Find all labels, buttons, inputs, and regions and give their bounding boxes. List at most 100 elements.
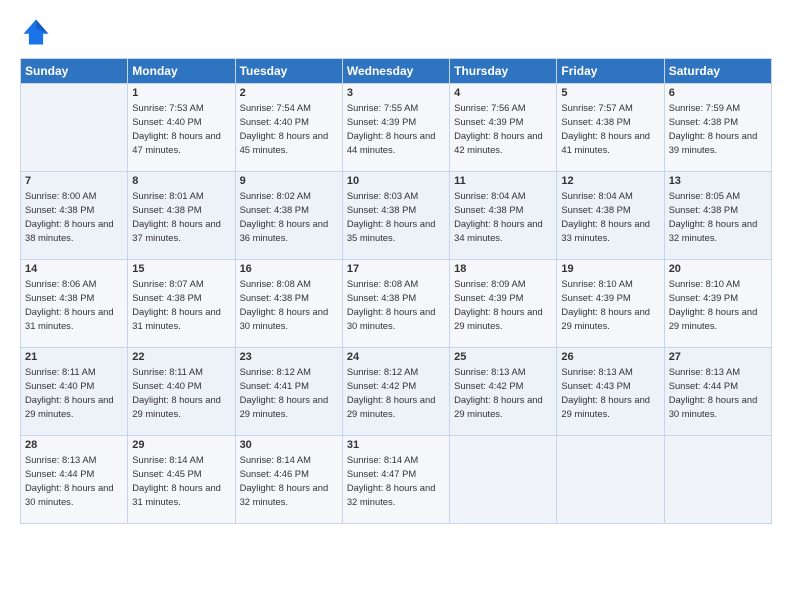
day-number: 29: [132, 439, 230, 451]
weekday-header-friday: Friday: [557, 59, 664, 84]
day-number: 7: [25, 175, 123, 187]
weekday-header-thursday: Thursday: [450, 59, 557, 84]
day-number: 31: [347, 439, 445, 451]
day-number: 12: [561, 175, 659, 187]
calendar: SundayMondayTuesdayWednesdayThursdayFrid…: [20, 58, 772, 524]
weekday-header-row: SundayMondayTuesdayWednesdayThursdayFrid…: [21, 59, 772, 84]
cell-text: Sunrise: 8:13 AMSunset: 4:44 PMDaylight:…: [669, 365, 767, 421]
day-number: 23: [240, 351, 338, 363]
cell-text: Sunrise: 8:04 AMSunset: 4:38 PMDaylight:…: [561, 189, 659, 245]
cell-text: Sunrise: 8:00 AMSunset: 4:38 PMDaylight:…: [25, 189, 123, 245]
cell-text: Sunrise: 8:14 AMSunset: 4:45 PMDaylight:…: [132, 453, 230, 509]
cell-text: Sunrise: 8:12 AMSunset: 4:41 PMDaylight:…: [240, 365, 338, 421]
day-number: 27: [669, 351, 767, 363]
day-number: 8: [132, 175, 230, 187]
calendar-cell: 19Sunrise: 8:10 AMSunset: 4:39 PMDayligh…: [557, 260, 664, 348]
weekday-header-monday: Monday: [128, 59, 235, 84]
day-number: 5: [561, 87, 659, 99]
calendar-cell: [21, 84, 128, 172]
cell-text: Sunrise: 8:01 AMSunset: 4:38 PMDaylight:…: [132, 189, 230, 245]
week-row-0: 1 Sunrise: 7:53 AMSunset: 4:40 PMDaylight…: [21, 84, 772, 172]
cell-text: Sunrise: 8:09 AMSunset: 4:39 PMDaylight:…: [454, 277, 552, 333]
day-number: 17: [347, 263, 445, 275]
day-number: 30: [240, 439, 338, 451]
day-number: 16: [240, 263, 338, 275]
calendar-cell: 24Sunrise: 8:12 AMSunset: 4:42 PMDayligh…: [342, 348, 449, 436]
day-number: 13: [669, 175, 767, 187]
cell-text: Sunrise: 7:59 AMSunset: 4:38 PMDaylight:…: [669, 101, 767, 157]
cell-text: Sunrise: 8:04 AMSunset: 4:38 PMDaylight:…: [454, 189, 552, 245]
header: [20, 16, 772, 48]
day-number: 20: [669, 263, 767, 275]
logo-icon: [20, 16, 52, 48]
cell-text: Sunrise: 8:05 AMSunset: 4:38 PMDaylight:…: [669, 189, 767, 245]
weekday-header-tuesday: Tuesday: [235, 59, 342, 84]
weekday-header-sunday: Sunday: [21, 59, 128, 84]
logo: [20, 16, 56, 48]
calendar-cell: 3 Sunrise: 7:55 AMSunset: 4:39 PMDaylight…: [342, 84, 449, 172]
calendar-cell: 12 Sunrise: 8:04 AMSunset: 4:38 PMDayligh…: [557, 172, 664, 260]
calendar-cell: 31 Sunrise: 8:14 AMSunset: 4:47 PMDayligh…: [342, 436, 449, 524]
week-row-4: 28 Sunrise: 8:13 AMSunset: 4:44 PMDayligh…: [21, 436, 772, 524]
calendar-cell: [450, 436, 557, 524]
calendar-cell: 29 Sunrise: 8:14 AMSunset: 4:45 PMDayligh…: [128, 436, 235, 524]
cell-text: Sunrise: 8:14 AMSunset: 4:47 PMDaylight:…: [347, 453, 445, 509]
calendar-cell: 7 Sunrise: 8:00 AMSunset: 4:38 PMDaylight…: [21, 172, 128, 260]
day-number: 10: [347, 175, 445, 187]
cell-text: Sunrise: 8:11 AMSunset: 4:40 PMDaylight:…: [132, 365, 230, 421]
cell-text: Sunrise: 8:06 AMSunset: 4:38 PMDaylight:…: [25, 277, 123, 333]
calendar-cell: 16 Sunrise: 8:08 AMSunset: 4:38 PMDayligh…: [235, 260, 342, 348]
calendar-cell: 21 Sunrise: 8:11 AMSunset: 4:40 PMDayligh…: [21, 348, 128, 436]
cell-text: Sunrise: 7:55 AMSunset: 4:39 PMDaylight:…: [347, 101, 445, 157]
cell-text: Sunrise: 7:53 AMSunset: 4:40 PMDaylight:…: [132, 101, 230, 157]
cell-text: Sunrise: 8:13 AMSunset: 4:43 PMDaylight:…: [561, 365, 659, 421]
calendar-cell: 18 Sunrise: 8:09 AMSunset: 4:39 PMDayligh…: [450, 260, 557, 348]
calendar-cell: 23 Sunrise: 8:12 AMSunset: 4:41 PMDayligh…: [235, 348, 342, 436]
calendar-cell: 25 Sunrise: 8:13 AMSunset: 4:42 PMDayligh…: [450, 348, 557, 436]
day-number: 9: [240, 175, 338, 187]
calendar-cell: 20 Sunrise: 8:10 AMSunset: 4:39 PMDayligh…: [664, 260, 771, 348]
day-number: 3: [347, 87, 445, 99]
cell-text: Sunrise: 8:08 AMSunset: 4:38 PMDaylight:…: [347, 277, 445, 333]
calendar-cell: 1 Sunrise: 7:53 AMSunset: 4:40 PMDaylight…: [128, 84, 235, 172]
calendar-cell: 8 Sunrise: 8:01 AMSunset: 4:38 PMDaylight…: [128, 172, 235, 260]
day-number: 11: [454, 175, 552, 187]
calendar-cell: 2 Sunrise: 7:54 AMSunset: 4:40 PMDaylight…: [235, 84, 342, 172]
calendar-cell: 4Sunrise: 7:56 AMSunset: 4:39 PMDaylight…: [450, 84, 557, 172]
calendar-cell: 30 Sunrise: 8:14 AMSunset: 4:46 PMDayligh…: [235, 436, 342, 524]
calendar-cell: 14Sunrise: 8:06 AMSunset: 4:38 PMDayligh…: [21, 260, 128, 348]
calendar-cell: 10 Sunrise: 8:03 AMSunset: 4:38 PMDayligh…: [342, 172, 449, 260]
day-number: 28: [25, 439, 123, 451]
calendar-cell: 9 Sunrise: 8:02 AMSunset: 4:38 PMDaylight…: [235, 172, 342, 260]
page: SundayMondayTuesdayWednesdayThursdayFrid…: [0, 0, 792, 612]
cell-text: Sunrise: 8:07 AMSunset: 4:38 PMDaylight:…: [132, 277, 230, 333]
day-number: 15: [132, 263, 230, 275]
calendar-cell: 28 Sunrise: 8:13 AMSunset: 4:44 PMDayligh…: [21, 436, 128, 524]
day-number: 24: [347, 351, 445, 363]
cell-text: Sunrise: 8:14 AMSunset: 4:46 PMDaylight:…: [240, 453, 338, 509]
cell-text: Sunrise: 8:13 AMSunset: 4:42 PMDaylight:…: [454, 365, 552, 421]
day-number: 18: [454, 263, 552, 275]
cell-text: Sunrise: 8:08 AMSunset: 4:38 PMDaylight:…: [240, 277, 338, 333]
calendar-cell: 15 Sunrise: 8:07 AMSunset: 4:38 PMDayligh…: [128, 260, 235, 348]
cell-text: Sunrise: 8:03 AMSunset: 4:38 PMDaylight:…: [347, 189, 445, 245]
cell-text: Sunrise: 8:10 AMSunset: 4:39 PMDaylight:…: [669, 277, 767, 333]
cell-text: Sunrise: 7:54 AMSunset: 4:40 PMDaylight:…: [240, 101, 338, 157]
calendar-cell: 22Sunrise: 8:11 AMSunset: 4:40 PMDayligh…: [128, 348, 235, 436]
calendar-cell: 26 Sunrise: 8:13 AMSunset: 4:43 PMDayligh…: [557, 348, 664, 436]
cell-text: Sunrise: 8:13 AMSunset: 4:44 PMDaylight:…: [25, 453, 123, 509]
day-number: 21: [25, 351, 123, 363]
day-number: 26: [561, 351, 659, 363]
calendar-cell: 13 Sunrise: 8:05 AMSunset: 4:38 PMDayligh…: [664, 172, 771, 260]
day-number: 1: [132, 87, 230, 99]
cell-text: Sunrise: 8:02 AMSunset: 4:38 PMDaylight:…: [240, 189, 338, 245]
cell-text: Sunrise: 8:10 AMSunset: 4:39 PMDaylight:…: [561, 277, 659, 333]
calendar-cell: 27 Sunrise: 8:13 AMSunset: 4:44 PMDayligh…: [664, 348, 771, 436]
week-row-3: 21 Sunrise: 8:11 AMSunset: 4:40 PMDayligh…: [21, 348, 772, 436]
cell-text: Sunrise: 8:11 AMSunset: 4:40 PMDaylight:…: [25, 365, 123, 421]
day-number: 2: [240, 87, 338, 99]
cell-text: Sunrise: 7:57 AMSunset: 4:38 PMDaylight:…: [561, 101, 659, 157]
calendar-cell: 6Sunrise: 7:59 AMSunset: 4:38 PMDaylight…: [664, 84, 771, 172]
day-number: 25: [454, 351, 552, 363]
weekday-header-saturday: Saturday: [664, 59, 771, 84]
